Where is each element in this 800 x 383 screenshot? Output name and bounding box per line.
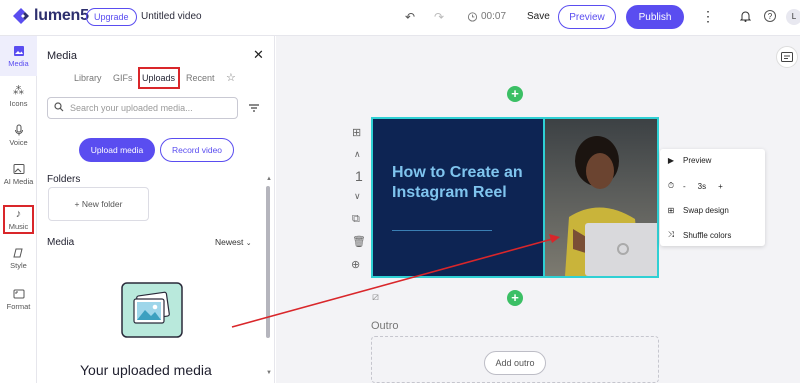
rail-label-format: Format [6,302,31,311]
shuffle-icon: ⤨ [667,230,675,239]
add-scene-below-button[interactable]: + [507,290,523,306]
timer-icon: ⏱ [667,181,675,190]
folders-heading: Folders [47,174,81,185]
scene-number: 1 [355,168,363,184]
rail-item-style[interactable]: Style [0,247,37,270]
decrease-duration-button[interactable]: - [683,182,686,191]
scroll-thumb[interactable] [266,186,270,338]
rail-item-format[interactable]: Format [0,288,37,311]
media-heading: Media [47,237,75,248]
rail-label-icons: Icons [9,99,28,108]
captions-icon [781,52,793,62]
scroll-up-icon[interactable]: ▲ [266,176,272,182]
more-options-icon[interactable]: ⋮ [701,8,715,25]
rail-label-voice: Voice [9,138,28,147]
grid-icon: ⊞ [667,206,675,215]
chevron-down-icon: ⌄ [245,240,252,247]
lumen5-logo[interactable]: lumen5 [12,7,89,25]
scene-slide[interactable]: How to Create an Instagram Reel [371,117,659,278]
bell-icon[interactable] [740,10,751,22]
preview-scene-label: Preview [683,156,712,165]
woman-with-laptop-image [565,136,657,276]
shapes-icon: ⁂ [13,85,24,97]
increase-duration-button[interactable]: + [718,182,723,191]
scene-context-menu: ▶ Preview ⏱ - 3s + ⊞ Swap design ⤨ Shuff… [660,149,765,246]
close-icon[interactable]: ✕ [253,47,264,63]
shuffle-colors-item[interactable]: ⤨ Shuffle colors [666,230,732,240]
slide-title[interactable]: How to Create an Instagram Reel [392,163,532,203]
tab-gifs[interactable]: GIFs [113,73,133,83]
preview-button[interactable]: Preview [558,5,616,29]
clock-icon [467,12,478,22]
upload-media-button[interactable]: Upload media [79,138,155,162]
move-up-icon[interactable]: ∧ [354,149,361,160]
upgrade-button[interactable]: Upgrade [86,8,137,26]
rail-item-voice[interactable]: Voice [0,124,37,147]
undo-icon[interactable]: ↶ [405,10,415,24]
sort-dropdown[interactable]: Newest ⌄ [215,237,252,247]
add-scene-above-button[interactable]: + [507,86,523,102]
music-highlight-box [3,205,34,234]
search-placeholder: Search your uploaded media... [70,103,193,113]
filter-icon[interactable] [248,102,260,114]
help-icon[interactable]: ? [764,10,776,22]
captions-button[interactable] [776,46,798,68]
search-input[interactable]: Search your uploaded media... [47,97,238,119]
avatar[interactable]: L [786,9,800,25]
add-outro-button[interactable]: Add outro [484,351,546,375]
rail-label-ai-media: AI Media [3,177,34,186]
transition-icon[interactable]: ⧄ [372,291,379,304]
image-icon [13,46,24,56]
rail-item-icons[interactable]: ⁂ Icons [0,85,37,108]
video-title[interactable]: Untitled video [141,11,202,22]
move-down-icon[interactable]: ∨ [354,191,361,202]
duplicate-icon[interactable]: ⧉ [352,213,360,226]
swap-design-label: Swap design [683,206,729,215]
publish-button[interactable]: Publish [626,5,684,29]
record-video-button[interactable]: Record video [160,138,234,162]
ai-image-icon [13,164,24,174]
scroll-down-icon[interactable]: ▼ [266,370,272,376]
add-text-icon[interactable]: ⊞ [352,126,361,139]
shuffle-colors-label: Shuffle colors [683,230,732,240]
swap-design-item[interactable]: ⊞ Swap design [666,206,729,215]
duration-text: 00:07 [481,11,507,22]
save-button[interactable]: Save [527,11,550,22]
redo-icon[interactable]: ↷ [434,10,444,24]
slide-photo[interactable] [543,119,657,276]
uploads-highlight-box [138,67,180,89]
sort-label: Newest [215,237,244,247]
empty-state-text: Your uploaded media [80,362,212,378]
scene-duration-control: ⏱ - 3s + [666,181,723,191]
duration-value: 3s [697,181,707,191]
rail-label-media: Media [8,59,29,68]
microphone-icon [14,124,23,136]
tab-recent[interactable]: Recent [186,73,215,83]
tab-library[interactable]: Library [74,73,102,83]
duration-display: 00:07 [467,11,506,22]
media-placeholder-icon [121,282,183,338]
style-icon [12,248,23,258]
slide-divider [392,230,492,231]
play-icon: ▶ [667,156,675,165]
top-bar: lumen5 Upgrade Untitled video ↶ ↷ 00:07 … [0,0,800,36]
search-icon [54,102,64,112]
tab-favorites[interactable]: ☆ [226,71,236,84]
outro-heading: Outro [371,320,399,332]
brand-name: lumen5 [34,7,89,24]
panel-title: Media [47,50,77,62]
lumen5-logo-icon [13,8,29,24]
rail-item-media[interactable]: Media [0,36,37,76]
new-folder-button[interactable]: + New folder [48,187,149,221]
rail-label-style: Style [10,261,27,270]
format-icon [13,289,24,299]
preview-scene-item[interactable]: ▶ Preview [666,156,712,165]
add-media-icon[interactable]: ⊕ [351,258,360,271]
rail-item-ai-media[interactable]: AI Media [0,163,37,186]
delete-icon[interactable]: 🗑 [352,235,366,248]
